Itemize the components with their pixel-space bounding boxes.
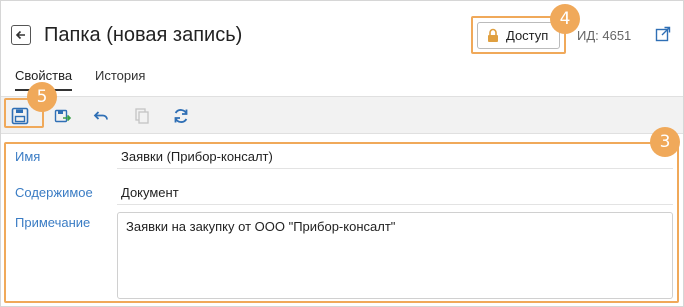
save-and-close-button[interactable] xyxy=(52,105,74,127)
copy-icon xyxy=(135,108,149,124)
tab-history[interactable]: История xyxy=(95,68,145,83)
copy-button[interactable] xyxy=(131,105,153,127)
undo-button[interactable] xyxy=(90,105,112,127)
tab-properties[interactable]: Свойства xyxy=(15,68,73,91)
toolbar xyxy=(1,96,683,134)
record-id: ИД: 4651 xyxy=(577,28,632,43)
refresh-icon xyxy=(174,109,188,123)
page-title: Папка (новая запись) xyxy=(44,24,243,46)
open-in-new-window-icon[interactable] xyxy=(655,26,671,42)
arrow-left-icon xyxy=(15,30,25,40)
undo-icon xyxy=(93,111,108,120)
annotation-badge-5: 5 xyxy=(27,82,57,112)
annotation-badge-3: 3 xyxy=(650,127,680,157)
highlight-form-area xyxy=(4,142,679,303)
back-button[interactable] xyxy=(11,25,31,45)
save-and-close-icon xyxy=(54,109,72,123)
annotation-badge-4: 4 xyxy=(550,4,580,34)
refresh-button[interactable] xyxy=(170,105,192,127)
